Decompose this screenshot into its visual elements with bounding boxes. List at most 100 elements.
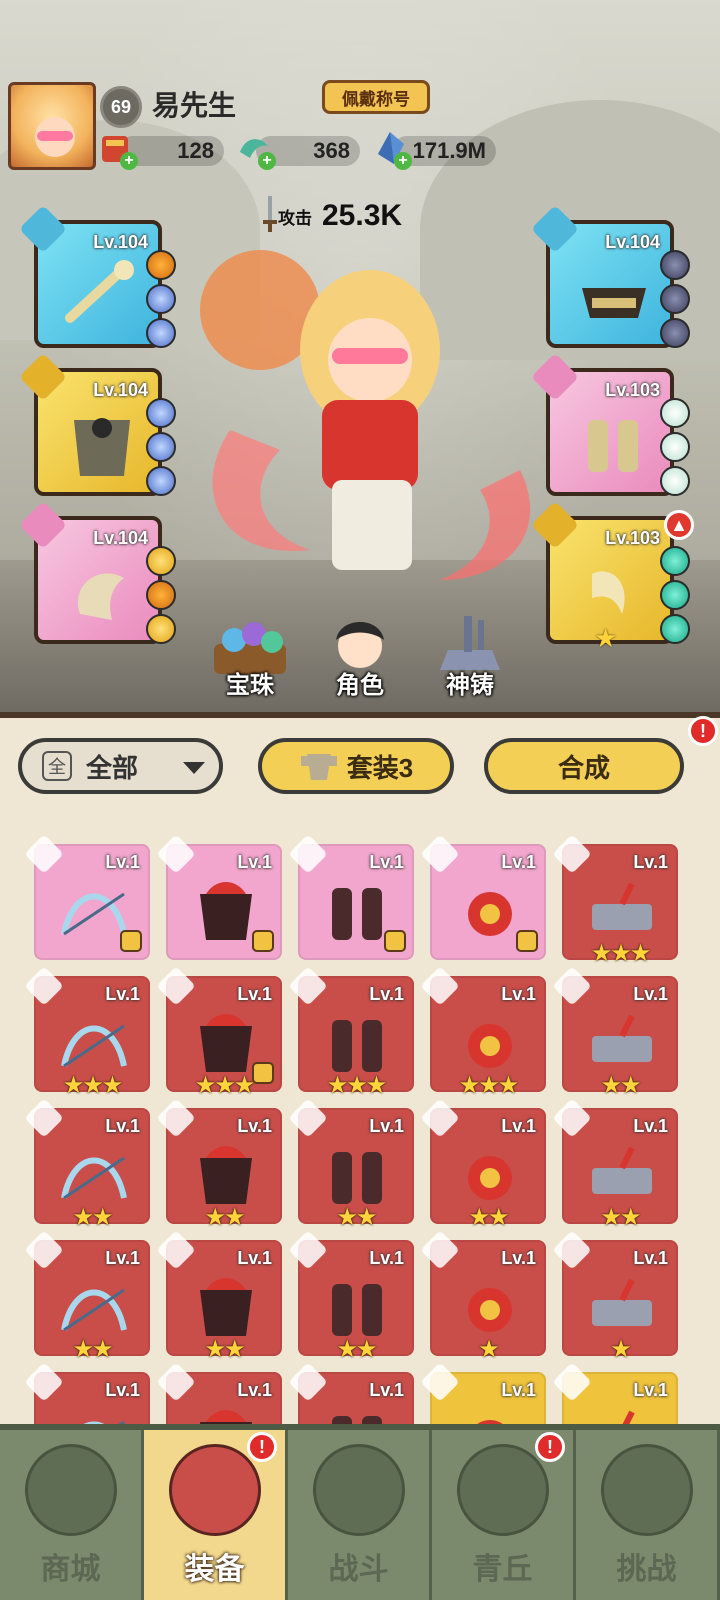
item-level: Lv.1 [633, 1380, 668, 1400]
inventory-item[interactable]: Lv.1 ★ [552, 1230, 678, 1363]
star-rating: ★★ [468, 1204, 509, 1231]
inventory-item[interactable]: Lv.1 ★★ [420, 1098, 546, 1231]
resource-value: 171.9M [412, 138, 486, 163]
star-rating: ★★★ [590, 940, 652, 967]
character-label: 角色 [336, 672, 384, 699]
challenge-drum-icon [600, 1444, 693, 1536]
nav-tab-crossed-swords[interactable]: 战斗 [288, 1430, 432, 1600]
gem-column [146, 398, 178, 496]
star-rating: ★ [594, 623, 618, 653]
inventory-item[interactable]: Lv.1 ★★★ [24, 966, 150, 1099]
shop-pagoda-icon [24, 1444, 117, 1536]
chevron-down-icon [183, 762, 205, 774]
helmet-icon [168, 1444, 261, 1536]
nav-tab-challenge-drum[interactable]: 挑战 [576, 1430, 720, 1600]
nav-tab-shop-pagoda[interactable]: 商城 [0, 1430, 144, 1600]
nav-tab-label: 装备 [184, 1553, 245, 1586]
inventory-item[interactable]: Lv.1 [420, 834, 546, 960]
equip-badge-icon [252, 930, 274, 952]
synthesize-label: 合成 [557, 752, 610, 783]
synthesize-button[interactable]: 合成 [484, 738, 684, 794]
equip-slot-boots[interactable]: Lv.103 [530, 352, 674, 496]
equip-slot-weapon[interactable]: Lv.104 [18, 204, 162, 348]
bracer-icon [78, 573, 124, 620]
item-level: Lv.1 [369, 1116, 404, 1136]
gem-column [146, 546, 178, 644]
inventory-item[interactable]: Lv.1 ★★ [552, 966, 678, 1099]
resource-value: 368 [313, 138, 350, 163]
orb-label: 宝珠 [226, 672, 274, 699]
inventory-item[interactable]: Lv.1 ★★ [288, 1098, 414, 1231]
star-rating: ★ [478, 1336, 500, 1363]
filter-box-icon: 全 [42, 751, 72, 781]
equipment-art-icon [468, 1156, 512, 1200]
equipment-art-icon [61, 1024, 127, 1068]
inventory-item[interactable]: Lv.1 ★★ [24, 1230, 150, 1363]
item-level: Lv.1 [369, 1380, 404, 1400]
character-button[interactable]: 角色 [310, 610, 410, 700]
inventory-item[interactable]: Lv.1 ★★ [24, 1098, 150, 1231]
bottom-nav: 商城 装备! 战斗 青丘! 挑战 [0, 1424, 720, 1600]
nav-tab-label: 青丘 [472, 1553, 533, 1586]
green-dragon-icon[interactable]: + [234, 128, 276, 170]
scroll-gift-icon[interactable]: + [96, 128, 138, 170]
star-rating: ★★★ [326, 1072, 388, 1099]
equip-slot-armor[interactable]: Lv.104 [18, 352, 162, 496]
star-rating: ★★ [72, 1336, 113, 1363]
inventory-item[interactable]: Lv.1 ★★ [288, 1230, 414, 1363]
inventory-item[interactable]: Lv.1 ★★★ [420, 966, 546, 1099]
item-level: Lv.1 [105, 1116, 140, 1136]
inventory-item[interactable]: Lv.1 ★★★ [552, 834, 678, 967]
filter-dropdown[interactable]: 全 全部 [18, 738, 223, 794]
star-rating: ★★ [600, 1072, 641, 1099]
inventory-item[interactable]: Lv.1 [24, 834, 150, 960]
star-rating: ★★★ [458, 1072, 520, 1099]
gem-column [660, 250, 692, 348]
item-level: Lv.1 [237, 1248, 272, 1268]
equip-slot-ring[interactable]: Lv.104 [18, 500, 162, 644]
inventory-item[interactable]: Lv.1 ★★ [156, 1098, 282, 1231]
item-level: Lv.1 [501, 984, 536, 1004]
inventory-item[interactable]: Lv.1 [156, 834, 282, 960]
item-level: Lv.1 [501, 852, 536, 872]
inventory-item[interactable]: Lv.1 [288, 834, 414, 960]
nav-tab-helmet[interactable]: 装备! [144, 1430, 288, 1600]
sword-icon [263, 196, 277, 232]
set-label: 套装3 [346, 752, 414, 783]
staff-icon [65, 260, 134, 323]
inventory-item[interactable]: Lv.1 ★★★ [288, 966, 414, 1099]
item-level: Lv.1 [237, 852, 272, 872]
item-level: Lv.1 [105, 1380, 140, 1400]
item-level: Lv.1 [369, 984, 404, 1004]
inventory-item[interactable]: Lv.1 ★ [420, 1230, 546, 1363]
wear-title-button[interactable]: 佩戴称号 [322, 80, 430, 114]
item-level: Lv.1 [501, 1380, 536, 1400]
equip-badge-icon [120, 930, 142, 952]
star-rating: ★★ [336, 1204, 377, 1231]
item-level: Lv.1 [105, 852, 140, 872]
inventory-item[interactable]: Lv.1 ★★ [552, 1098, 678, 1231]
nav-tab-label: 战斗 [328, 1553, 389, 1586]
equip-slot-belt[interactable]: Lv.104 [530, 204, 674, 348]
star-rating: ★★ [72, 1204, 113, 1231]
equip-slot-amulet[interactable]: Lv.103 ★ [530, 500, 674, 653]
equipment-art-icon [592, 1146, 652, 1194]
player-avatar[interactable] [8, 82, 96, 170]
crystal-icon[interactable]: + [370, 128, 412, 170]
orb-button[interactable]: 宝珠 [200, 610, 300, 700]
nav-tab-mountain[interactable]: 青丘! [432, 1430, 576, 1600]
synthesize-alert-icon: ! [688, 716, 718, 746]
item-level: Lv.1 [633, 984, 668, 1004]
divine-forge-button[interactable]: 神铸 [420, 610, 520, 700]
equip-level: Lv.104 [93, 232, 148, 252]
item-level: Lv.1 [501, 1248, 536, 1268]
star-rating: ★★ [204, 1336, 245, 1363]
upgrade-arrow-icon[interactable]: ▲ [664, 510, 694, 540]
item-level: Lv.1 [237, 984, 272, 1004]
equipment-art-icon [332, 1020, 382, 1072]
inventory-item[interactable]: Lv.1 ★★ [156, 1230, 282, 1363]
equipment-art-icon [332, 1284, 382, 1336]
inventory-item[interactable]: Lv.1 ★★★ [156, 966, 282, 1099]
set-button[interactable]: 套装3 [258, 738, 454, 794]
resource-value: 128 [177, 138, 214, 163]
